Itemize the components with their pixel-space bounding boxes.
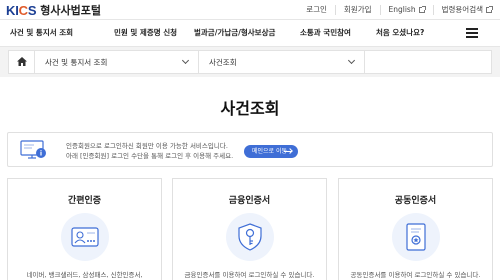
kics-logo: KICS	[6, 2, 37, 18]
breadcrumb-level1[interactable]: 사건 및 통지서 조회	[35, 51, 199, 73]
breadcrumb: 사건 및 통지서 조회 사건조회	[8, 50, 492, 74]
login-card-joint-cert[interactable]: 공동인증서 공동인증서를 이용하여 로그인하실 수 있습니다.	[338, 178, 493, 280]
site-logo[interactable]: KICS 형사사법포털	[6, 2, 101, 18]
card-description: 네이버, 뱅크샐러드, 삼성패스, 신한인증서,	[26, 271, 143, 279]
chevron-down-icon	[181, 56, 190, 65]
card-title: 금융인증서	[228, 196, 271, 206]
login-card-financial-cert[interactable]: 금융인증서 금융인증서를 이용하여 로그인하실 수 있습니다.	[172, 178, 327, 280]
utility-links: 로그인 회원가입 English 법령용어검색	[298, 0, 500, 19]
home-icon[interactable]	[9, 51, 35, 73]
english-link[interactable]: English	[379, 4, 433, 15]
legal-term-search-link[interactable]: 법령용어검색	[432, 4, 500, 15]
menu-icon[interactable]	[466, 28, 478, 38]
notice-text: 인증회원으로 로그인하신 회원만 이용 가능한 서비스입니다. 아래 [인증회원…	[66, 141, 233, 161]
nav-item-participation[interactable]: 소통과 국민참여	[300, 20, 351, 46]
breadcrumb-bar: 사건 및 통지서 조회 사건조회	[0, 47, 500, 77]
login-card-simple-auth[interactable]: 간편인증 네이버, 뱅크샐러드, 삼성패스, 신한인증서,	[7, 178, 162, 280]
main-navigation: 사건 및 통지서 조회 민원 및 제증명 신청 벌과금/가납금/형사보상금 소통…	[0, 19, 500, 47]
financial-cert-icon	[225, 213, 274, 261]
card-description: 금융인증서를 이용하여 로그인하실 수 있습니다.	[184, 271, 315, 279]
joint-cert-icon	[391, 213, 440, 261]
login-required-notice: 인증회원으로 로그인하신 회원만 이용 가능한 서비스입니다. 아래 [인증회원…	[7, 132, 493, 167]
breadcrumb-level2[interactable]: 사건조회	[199, 51, 365, 73]
go-main-button[interactable]: 메인으로 이동	[244, 145, 298, 158]
login-link[interactable]: 로그인	[298, 5, 335, 15]
go-main-button-label: 메인으로 이동	[252, 148, 288, 155]
external-link-icon	[486, 5, 493, 13]
notice-line1: 인증회원으로 로그인하신 회원만 이용 가능한 서비스입니다.	[66, 142, 228, 150]
signup-link[interactable]: 회원가입	[334, 4, 380, 15]
card-title: 공동인증서	[394, 196, 437, 206]
simple-auth-icon	[60, 213, 109, 261]
card-description: 공동인증서를 이용하여 로그인하실 수 있습니다.	[350, 271, 481, 279]
chevron-down-icon	[347, 56, 356, 65]
legal-term-search-label: 법령용어검색	[441, 4, 483, 14]
notice-line2: 아래 [인증회원] 로그인 수단을 통해 로그인 후 이용해 주세요.	[66, 152, 234, 160]
page-title: 사건조회	[220, 99, 280, 118]
nav-item-first-visit[interactable]: 처음 오셨나요?	[376, 20, 424, 46]
card-title: 간편인증	[67, 196, 102, 206]
monitor-info-icon	[20, 140, 48, 164]
breadcrumb-level1-label: 사건 및 통지서 조회	[45, 57, 108, 67]
nav-item-civil-petition[interactable]: 민원 및 제증명 신청	[114, 20, 177, 46]
nav-item-fines[interactable]: 벌과금/가납금/형사보상금	[194, 20, 275, 46]
utility-bar: KICS 형사사법포털 로그인 회원가입 English 법령용어검색	[0, 0, 500, 19]
login-link-label: 로그인	[306, 4, 327, 14]
english-link-label: English	[388, 4, 416, 14]
external-link-icon	[418, 5, 426, 13]
breadcrumb-level2-label: 사건조회	[209, 57, 237, 67]
signup-link-label: 회원가입	[343, 4, 372, 14]
arrow-right-icon	[284, 151, 292, 152]
site-title: 형사사법포털	[40, 4, 102, 17]
nav-item-case-inquiry[interactable]: 사건 및 통지서 조회	[10, 20, 73, 46]
